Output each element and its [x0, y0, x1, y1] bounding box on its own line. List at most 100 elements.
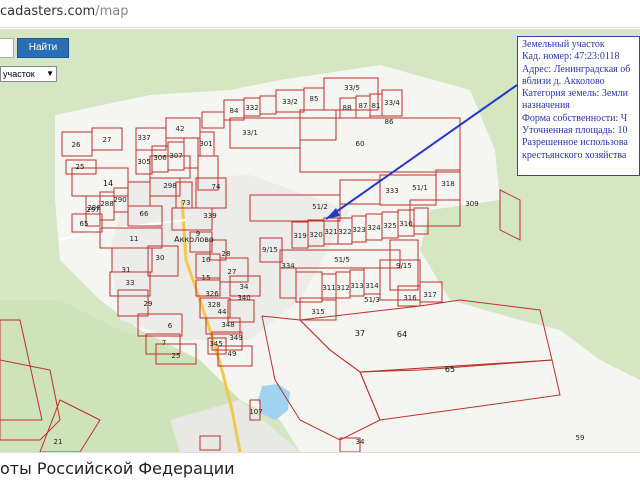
page-footer: оты Российской Федерации [0, 452, 640, 480]
parcel-label: 324 [367, 224, 381, 232]
parcel-label: 51/3 [364, 296, 380, 304]
parcel-label: 33/5 [344, 84, 360, 92]
parcel-label: 65 [445, 365, 455, 374]
parcel-label: 317 [423, 291, 436, 299]
parcel-label: 9/15 [396, 262, 412, 270]
parcel-label: 37 [355, 329, 365, 338]
parcel-label: 85 [310, 95, 319, 103]
parcel-label: 86 [385, 118, 394, 126]
parcel-label: 51/1 [412, 184, 428, 192]
parcel-label: 66 [140, 210, 149, 218]
parcel-label: 290 [113, 196, 126, 204]
footer-title: оты Российской Федерации [0, 459, 235, 478]
parcel-label: 298 [163, 182, 176, 190]
parcel-info-popup: Земельный участок Кад. номер: 47:23:0118… [517, 36, 640, 176]
info-line: крестьянского хозяйства [522, 149, 627, 161]
parcel-label: 60 [356, 140, 365, 148]
parcel-label: 314 [365, 282, 379, 290]
parcel-label: 44 [218, 308, 227, 316]
parcel-label: 33 [126, 279, 135, 287]
parcel-label: 33/4 [384, 99, 400, 107]
url-host: cadasters.com [0, 4, 96, 19]
parcel-label: 334 [281, 262, 295, 270]
parcel-label: 27 [103, 136, 112, 144]
search-button[interactable]: Найти [17, 38, 69, 58]
layer-select[interactable]: участок ▼ [0, 66, 57, 82]
parcel-label: 322 [338, 228, 351, 236]
parcel-label: 33/2 [282, 98, 298, 106]
parcel-label: 28 [222, 250, 231, 258]
parcel-label: 323 [352, 226, 365, 234]
parcel-label: 9/15 [262, 246, 278, 254]
parcel-label: 332 [245, 104, 258, 112]
info-line: Земельный участок [522, 39, 605, 50]
parcel-label: 311 [322, 284, 335, 292]
parcel-label: 325 [383, 222, 396, 230]
parcel-label: 59 [576, 434, 585, 442]
parcel-label: 313 [350, 282, 363, 290]
parcel-label: 49 [228, 350, 237, 358]
parcel-label: 318 [441, 180, 454, 188]
parcel-label: 339 [203, 212, 216, 220]
info-line: Разрешенное использова [522, 137, 628, 149]
parcel-label: 31 [122, 266, 131, 274]
parcel-label: 51/2 [312, 203, 328, 211]
parcel-label: 305 [137, 158, 150, 166]
parcel-label: 81 [372, 102, 381, 110]
info-line: Адрес: Ленинградская об [522, 63, 631, 75]
parcel-label: 348 [221, 321, 234, 329]
chevron-down-icon: ▼ [46, 69, 54, 78]
search-input[interactable] [0, 38, 14, 58]
parcel-label: 6 [168, 322, 173, 330]
village-label: Акколово [174, 235, 214, 244]
parcel-label: 51/5 [334, 256, 350, 264]
parcel-label: 7 [162, 339, 166, 347]
parcel-label: 29 [144, 300, 153, 308]
parcel-label: 14 [103, 179, 113, 188]
parcel-label: 349 [229, 334, 242, 342]
parcel-label: 319 [293, 232, 306, 240]
parcel-label: 307 [169, 152, 182, 160]
parcel-label: 337 [137, 134, 150, 142]
parcel-label: 11 [130, 235, 139, 243]
parcel-label: 310 [399, 220, 412, 228]
url-text[interactable]: cadasters.com/map [0, 4, 128, 19]
parcel-label: 73 [182, 199, 191, 207]
parcel-label: 65 [80, 220, 89, 228]
info-line: назначения [522, 100, 570, 112]
parcel-label: 320 [309, 231, 322, 239]
parcel-label: 316 [403, 294, 417, 302]
browser-address-bar[interactable]: cadasters.com/map [0, 0, 640, 28]
parcel-label: 33/1 [242, 129, 258, 137]
url-path: /map [95, 4, 129, 19]
parcel-label: 306 [153, 154, 167, 162]
parcel-label: 312 [336, 284, 349, 292]
parcel-label: 107 [249, 408, 262, 416]
parcel-label: 345 [209, 340, 222, 348]
parcel-label: 326 [205, 290, 219, 298]
parcel-label: 26 [72, 141, 81, 149]
info-line: Уточненная площадь: 10 [522, 125, 628, 137]
parcel-label: 25 [76, 163, 85, 171]
info-line: Кад. номер: 47:23:0118 [522, 51, 620, 63]
parcel-label: 34 [356, 438, 365, 446]
layer-select-value: участок [3, 69, 35, 79]
parcel-label: 321 [324, 228, 337, 236]
parcel-label: 84 [230, 107, 239, 115]
parcel-label: 15 [202, 274, 211, 282]
parcel-label: 74 [212, 183, 221, 191]
parcel-label: 315 [311, 308, 324, 316]
parcel-label: 64 [397, 330, 407, 339]
parcel-label: 30 [156, 254, 165, 262]
parcel-label: 309 [465, 200, 478, 208]
parcel-label: 87 [359, 102, 368, 110]
parcel-label: 16 [202, 256, 211, 264]
parcel-label: 42 [176, 125, 185, 133]
info-line: Форма собственности: Ч [522, 112, 628, 124]
info-line: Категория земель: Земли [522, 88, 628, 100]
parcel-label: 340 [237, 294, 250, 302]
parcel-label: 286 [87, 204, 101, 212]
parcel-label: 301 [199, 140, 212, 148]
parcel-label: 333 [385, 187, 398, 195]
parcel-label: 288 [100, 200, 113, 208]
